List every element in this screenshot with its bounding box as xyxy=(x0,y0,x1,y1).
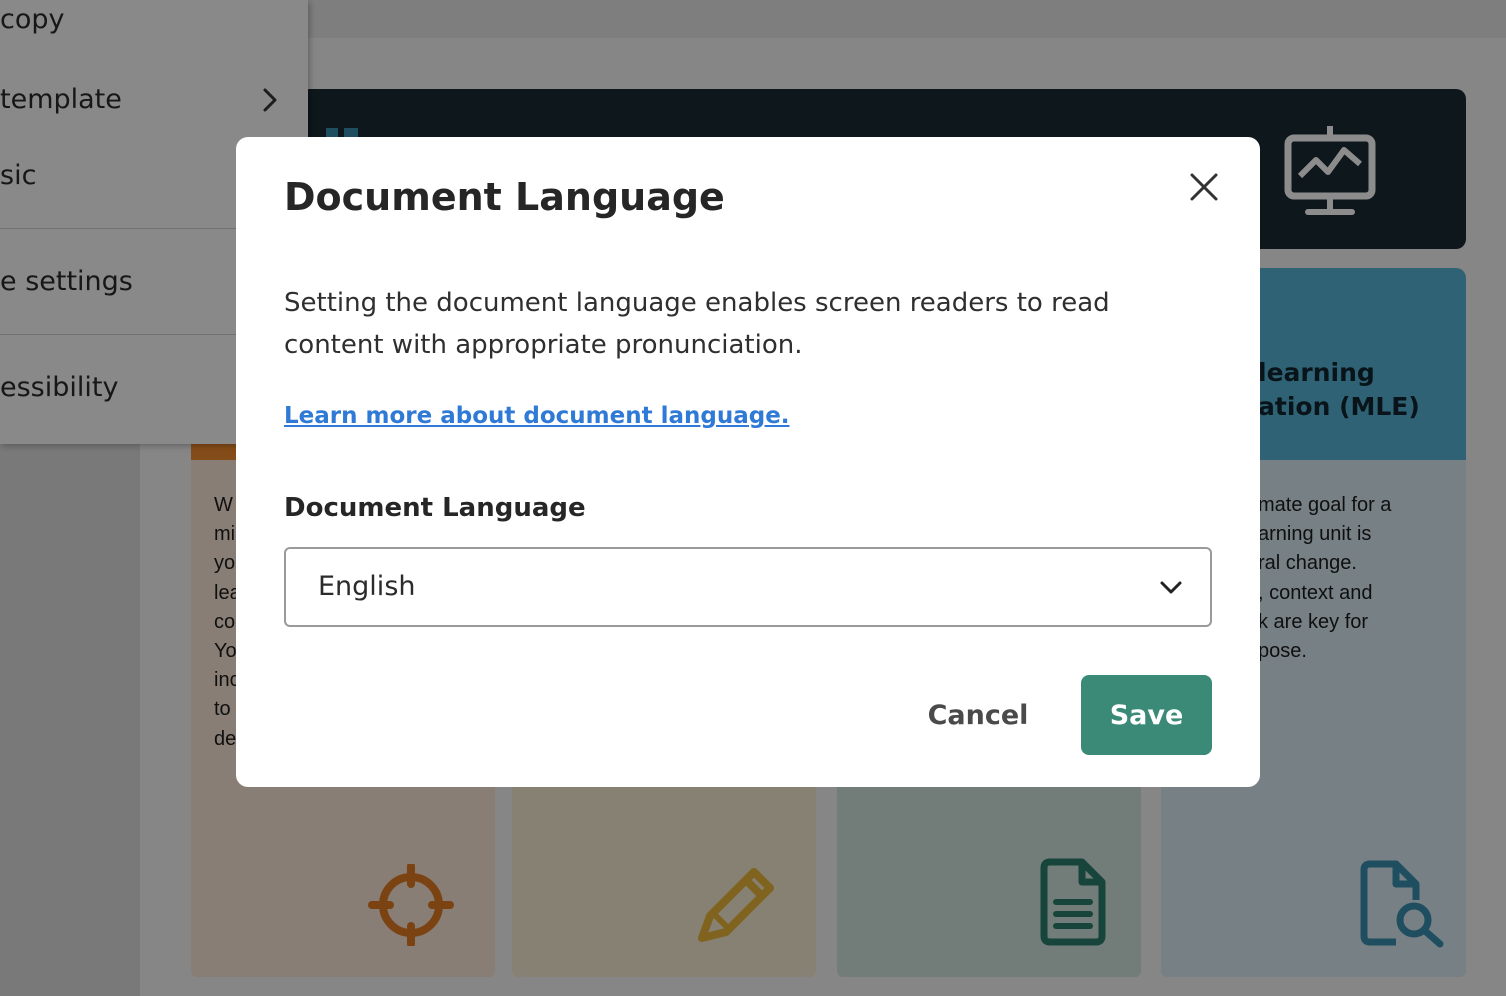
dialog-description-line2: content with appropriate pronunciation. xyxy=(284,330,803,360)
document-language-dialog: Document Language Setting the document l… xyxy=(236,137,1260,787)
dialog-title: Document Language xyxy=(284,175,725,219)
close-icon[interactable] xyxy=(1184,167,1224,207)
dialog-description-line1: Setting the document language enables sc… xyxy=(284,288,1110,318)
dialog-description: Setting the document language enables sc… xyxy=(284,282,1110,366)
save-button[interactable]: Save xyxy=(1081,675,1212,755)
learn-more-link[interactable]: Learn more about document language. xyxy=(284,403,790,429)
language-select[interactable]: English xyxy=(284,547,1212,627)
chevron-down-icon xyxy=(1160,581,1182,594)
language-select-value: English xyxy=(318,571,416,602)
cancel-button[interactable]: Cancel xyxy=(906,675,1050,755)
language-field-label: Document Language xyxy=(284,493,586,523)
